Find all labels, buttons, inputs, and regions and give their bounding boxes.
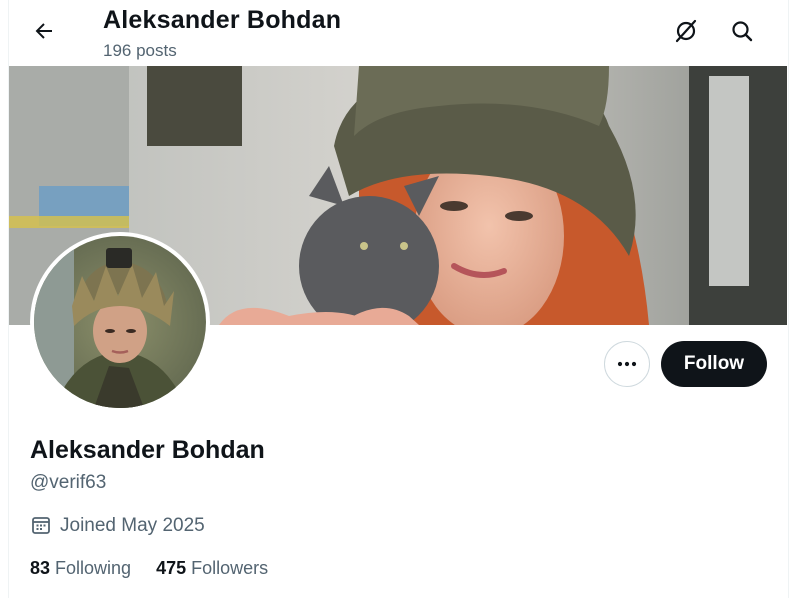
grok-button[interactable] bbox=[669, 14, 703, 48]
profile-handle: @verif63 bbox=[30, 472, 107, 493]
profile-header-bar: Aleksander Bohdan 196 posts bbox=[9, 0, 788, 66]
following-count: 83 bbox=[30, 558, 51, 578]
search-button[interactable] bbox=[725, 14, 759, 48]
back-button[interactable] bbox=[27, 14, 61, 48]
following-link[interactable]: 83 Following bbox=[30, 558, 131, 579]
profile-page: Aleksander Bohdan 196 posts Follow Aleks… bbox=[8, 0, 789, 598]
joined-date: Joined May 2025 bbox=[30, 514, 205, 538]
following-label: Following bbox=[55, 558, 132, 578]
joined-text: Joined May 2025 bbox=[60, 515, 205, 536]
followers-label: Followers bbox=[191, 558, 269, 578]
header-post-count: 196 posts bbox=[103, 41, 177, 60]
grok-icon bbox=[675, 19, 697, 43]
search-icon bbox=[732, 21, 753, 42]
followers-link[interactable]: 475 Followers bbox=[156, 558, 268, 579]
follow-stats: 83 Following 475 Followers bbox=[30, 558, 268, 579]
more-dots-icon bbox=[617, 361, 637, 367]
profile-avatar[interactable] bbox=[30, 232, 210, 412]
arrow-left-icon bbox=[35, 23, 52, 39]
more-options-button[interactable] bbox=[604, 341, 650, 387]
header-title: Aleksander Bohdan bbox=[103, 6, 342, 34]
follow-button[interactable]: Follow bbox=[661, 341, 767, 387]
calendar-icon bbox=[30, 514, 54, 538]
followers-count: 475 bbox=[156, 558, 187, 578]
profile-display-name: Aleksander Bohdan bbox=[30, 436, 265, 464]
